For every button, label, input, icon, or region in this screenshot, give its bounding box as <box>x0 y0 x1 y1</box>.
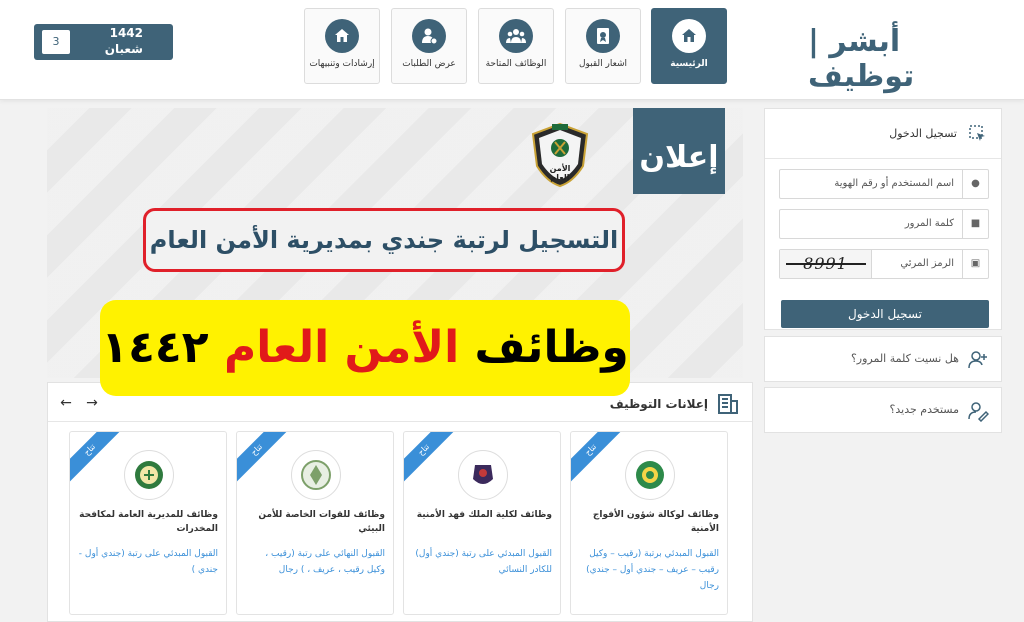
captcha-image: 8991 <box>780 250 872 278</box>
ribbon: تتاح <box>237 432 291 484</box>
new-user-link[interactable]: مستخدم جديد؟ <box>764 387 1002 433</box>
announcement-tag: إعلان <box>633 108 725 194</box>
job-card-title: وظائف للمديرية العامة لمكافحة المخدرات <box>79 510 218 534</box>
login-title: تسجيل الدخول <box>889 127 957 140</box>
nav-view-requests[interactable]: عرض الطلبات <box>391 8 467 84</box>
password-placeholder: كلمة المرور <box>904 218 954 229</box>
nav-acceptance-notice[interactable]: اشعار القبول <box>565 8 641 84</box>
top-header: 3 1442 شعبان إرشادات وتنبيهات عرض الطلبا… <box>0 0 1024 100</box>
job-card-title: وظائف للقوات الخاصة للأمن البيئي <box>258 510 385 534</box>
ribbon: تتاح <box>571 432 625 484</box>
org-logo <box>625 450 675 500</box>
captcha-label: الرمز المرئي <box>900 258 954 269</box>
username-field[interactable]: ● اسم المستخدم أو رقم الهوية <box>779 169 989 199</box>
document-badge-icon <box>586 19 620 53</box>
captcha-strike <box>786 263 866 265</box>
nav-label: اشعار القبول <box>578 59 628 69</box>
arrow-right-icon[interactable]: → <box>82 393 102 413</box>
org-logo <box>124 450 174 500</box>
nav-label: إرشادات وتنبيهات <box>309 59 375 69</box>
ribbon: تتاح <box>70 432 124 484</box>
nav-label: عرض الطلبات <box>402 59 456 69</box>
divider <box>48 421 752 422</box>
hijri-date: 3 1442 شعبان <box>34 24 173 60</box>
job-card-desc: القبول المبدئي برتبة (رقيب – وكيل رقيب –… <box>586 549 719 591</box>
user-settings-icon <box>412 19 446 53</box>
forgot-password-text: هل نسيت كلمة المرور؟ <box>850 352 959 365</box>
lock-icon: ■ <box>962 210 988 238</box>
job-card-title: وظائف لوكالة شؤون الأفواج الأمنية <box>592 510 719 534</box>
building-icon <box>716 391 740 415</box>
password-field[interactable]: ■ كلمة المرور <box>779 209 989 239</box>
overlay-part1: وظائف <box>474 322 629 373</box>
home-icon <box>325 19 359 53</box>
logo-text: أبشر | توظيف <box>808 24 915 94</box>
overlay-title: وظائف الأمن العام ١٤٤٢ <box>100 300 630 396</box>
user-icon: ● <box>962 170 988 198</box>
job-card-desc: القبول المبدئي على رتبة (جندي أول) للكاد… <box>415 549 552 575</box>
login-panel: تسجيل الدخول ● اسم المستخدم أو رقم الهوي… <box>764 108 1002 330</box>
job-card[interactable]: تتاح وظائف لوكالة شؤون الأفواج الأمنية ا… <box>570 431 728 615</box>
date-month: شعبان <box>104 42 143 56</box>
org-logo <box>291 450 341 500</box>
nav-label: الرئيسية <box>670 59 708 69</box>
job-card[interactable]: تتاح وظائف لكلية الملك فهد الأمنية القبو… <box>403 431 561 615</box>
home-icon <box>672 19 706 53</box>
arrow-left-icon[interactable]: ← <box>56 393 76 413</box>
date-year: 1442 <box>109 26 143 40</box>
username-placeholder: اسم المستخدم أو رقم الهوية <box>834 178 954 189</box>
public-security-emblem: الأمن العام <box>525 120 595 190</box>
forgot-password-link[interactable]: هل نسيت كلمة المرور؟ <box>764 336 1002 382</box>
nav-label: الوظائف المتاحة <box>485 59 547 69</box>
job-announcements-panel: ← → إعلانات التوظيف تتاح وظائف لوكالة شؤ… <box>47 382 753 622</box>
add-user-icon <box>967 349 989 371</box>
job-card-desc: القبول النهائي على رتبة (رقيب ، وكيل رقي… <box>265 549 385 575</box>
job-card[interactable]: تتاح وظائف للمديرية العامة لمكافحة المخد… <box>69 431 227 615</box>
captcha-field[interactable]: ▣ الرمز المرئي 8991 <box>779 249 989 279</box>
job-card-title: وظائف لكلية الملك فهد الأمنية <box>416 510 552 520</box>
new-user-text: مستخدم جديد؟ <box>889 403 959 416</box>
emblem-caption: الأمن العام <box>549 164 571 182</box>
login-cursor-icon <box>969 125 987 143</box>
nav-home[interactable]: الرئيسية <box>651 8 727 84</box>
ribbon: تتاح <box>404 432 458 484</box>
date-day: 3 <box>42 30 70 54</box>
login-button[interactable]: تسجيل الدخول <box>781 300 989 328</box>
job-card[interactable]: تتاح وظائف للقوات الخاصة للأمن البيئي ال… <box>236 431 394 615</box>
nav-guidelines[interactable]: إرشادات وتنبيهات <box>304 8 380 84</box>
jobs-title: إعلانات التوظيف <box>609 397 708 411</box>
overlay-part3: ١٤٤٢ <box>101 322 209 373</box>
org-logo <box>458 450 508 500</box>
overlay-part2: الأمن العام <box>223 322 460 373</box>
group-icon <box>499 19 533 53</box>
captcha-icon: ▣ <box>962 250 988 278</box>
login-header: تسجيل الدخول <box>765 109 1001 159</box>
job-card-desc: القبول المبدئي على رتبة (جندي أول - جندي… <box>78 549 218 575</box>
user-edit-icon <box>967 400 990 423</box>
headline: التسجيل لرتبة جندي بمديرية الأمن العام <box>143 208 625 272</box>
nav-available-jobs[interactable]: الوظائف المتاحة <box>478 8 554 84</box>
absher-logo[interactable]: أبشر | توظيف <box>808 18 958 94</box>
